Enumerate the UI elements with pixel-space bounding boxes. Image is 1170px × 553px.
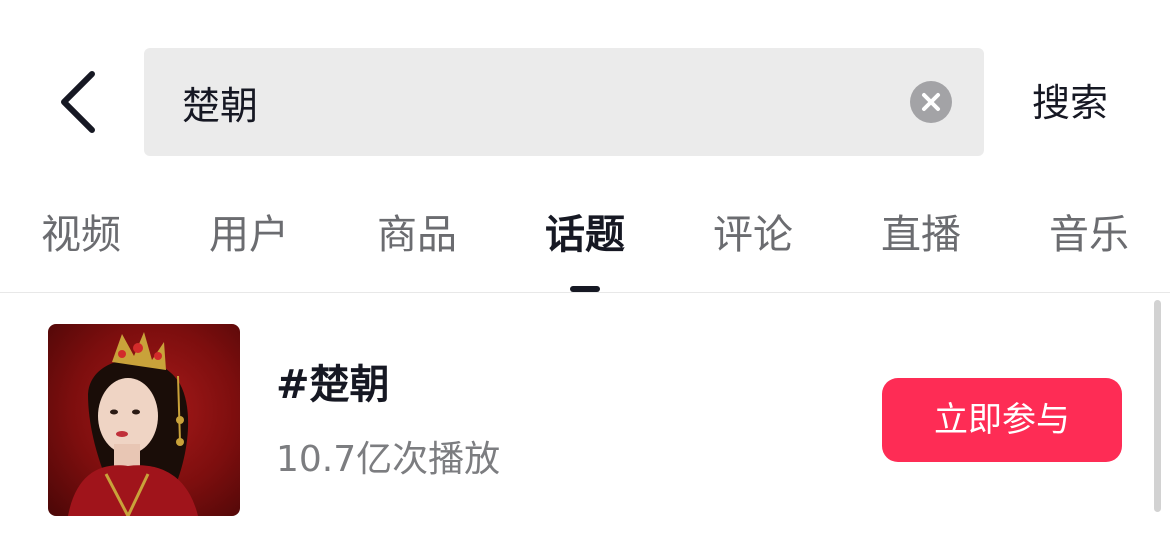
clear-button[interactable] <box>910 81 952 123</box>
tab-video[interactable]: 视频 <box>16 204 146 266</box>
category-tabs: 视频 用户 商品 话题 评论 直播 音乐 <box>0 204 1170 274</box>
scrollbar[interactable] <box>1154 300 1161 512</box>
tab-users[interactable]: 用户 <box>184 204 314 266</box>
search-box[interactable] <box>144 48 984 156</box>
tab-topics[interactable]: 话题 <box>520 204 650 266</box>
chevron-left-icon <box>61 71 95 133</box>
search-button[interactable]: 搜索 <box>1032 78 1108 128</box>
divider <box>0 292 1170 293</box>
topic-play-count: 10.7亿次播放 <box>276 439 501 480</box>
back-button[interactable] <box>50 62 110 142</box>
close-circle-icon <box>922 93 940 111</box>
tab-music[interactable]: 音乐 <box>1024 204 1154 266</box>
topic-title: #楚朝 <box>276 362 390 408</box>
topic-thumbnail <box>48 324 240 516</box>
tab-live[interactable]: 直播 <box>856 204 986 266</box>
tab-comments[interactable]: 评论 <box>688 204 818 266</box>
join-now-button[interactable]: 立即参与 <box>882 378 1122 462</box>
search-input[interactable] <box>182 48 882 156</box>
tab-products[interactable]: 商品 <box>352 204 482 266</box>
topic-result-item[interactable]: #楚朝 10.7亿次播放 立即参与 <box>0 300 1150 540</box>
